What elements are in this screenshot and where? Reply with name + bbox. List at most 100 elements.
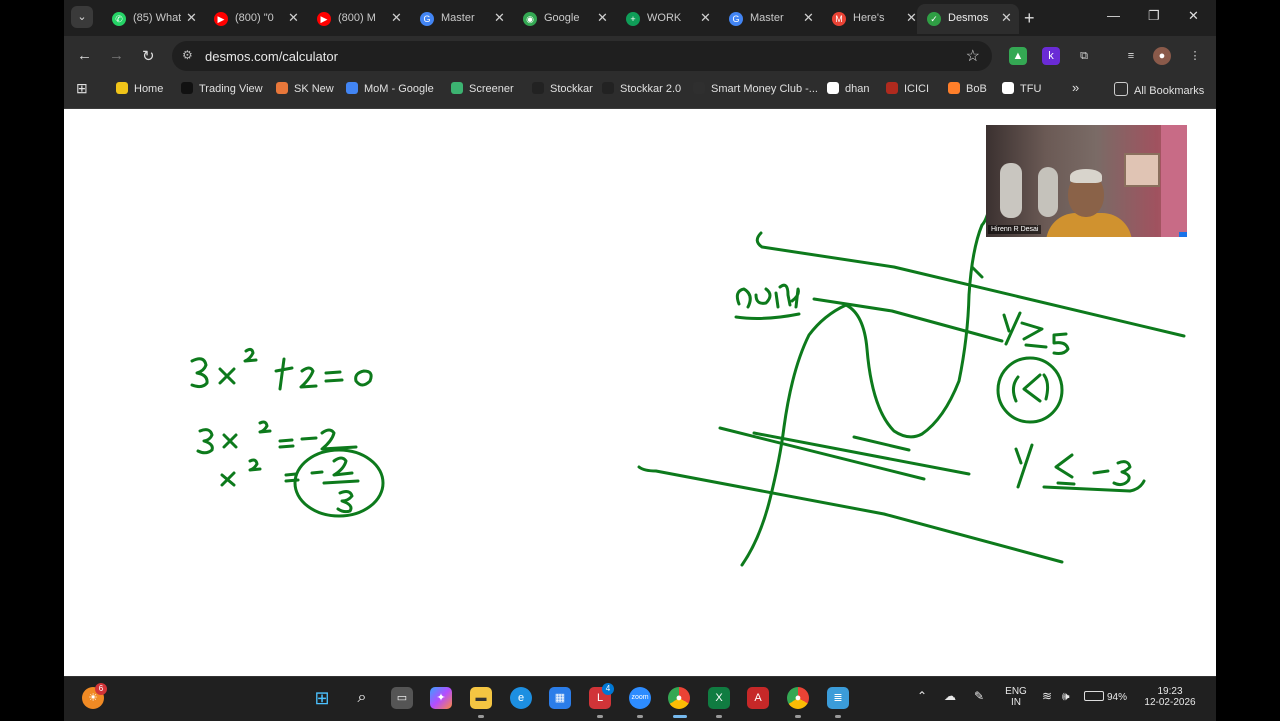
close-tab-icon[interactable]: ✕ xyxy=(700,10,711,26)
running-indicator xyxy=(835,715,841,718)
close-tab-icon[interactable]: ✕ xyxy=(494,10,505,26)
address-bar[interactable]: ⚙ desmos.com/calculator ☆ xyxy=(172,41,992,71)
mic-icon[interactable]: ✎ xyxy=(974,689,984,703)
bookmark-item[interactable]: Stockkar 2.0 xyxy=(602,82,681,102)
bookmark-item[interactable]: dhan xyxy=(827,82,869,102)
tab-3[interactable]: ▶ (800) M ✕ xyxy=(307,4,409,34)
tray-overflow-icon[interactable]: ⌃ xyxy=(917,689,927,703)
file-explorer-icon[interactable]: ▬ xyxy=(470,687,492,709)
bookmark-item[interactable]: ICICI xyxy=(886,82,929,102)
k-extension-icon[interactable]: k xyxy=(1042,47,1060,65)
profile-avatar[interactable]: ● xyxy=(1153,47,1171,65)
bookmark-item[interactable]: Home xyxy=(116,82,163,102)
close-tab-icon[interactable]: ✕ xyxy=(803,10,814,26)
acrobat-icon[interactable]: A xyxy=(747,687,769,709)
bookmark-item[interactable]: Trading View xyxy=(181,82,263,102)
webcam-lamp xyxy=(1038,167,1058,217)
tab-title: Master xyxy=(441,12,475,24)
language-code: ENG xyxy=(1005,686,1027,697)
tab-8[interactable]: M Here's ✕ xyxy=(822,4,924,34)
forward-button[interactable]: → xyxy=(109,47,124,64)
store-icon[interactable]: ▦ xyxy=(549,687,571,709)
close-tab-icon[interactable]: ✕ xyxy=(391,10,402,26)
tab-4[interactable]: G Master ✕ xyxy=(410,4,512,34)
bookmark-star-icon[interactable]: ☆ xyxy=(966,46,980,66)
apps-grid-icon[interactable]: ⊞ xyxy=(76,80,88,100)
search-icon[interactable]: ⌕ xyxy=(351,687,373,709)
menu-icon[interactable]: ⋮ xyxy=(1186,47,1204,65)
tab-title: (800) "0 xyxy=(235,12,274,24)
bookmark-favicon-icon xyxy=(276,82,288,94)
url-text: desmos.com/calculator xyxy=(205,49,338,64)
task-view-icon[interactable]: ▭ xyxy=(391,687,413,709)
close-tab-icon[interactable]: ✕ xyxy=(1001,10,1012,26)
bookmark-item[interactable]: TFU xyxy=(1002,82,1041,102)
drive-extension-icon[interactable]: ▲ xyxy=(1009,47,1027,65)
running-indicator xyxy=(795,715,801,718)
tab-9[interactable]: ✓ Desmos ✕ xyxy=(917,4,1019,34)
windows-start-icon[interactable]: ⊞ xyxy=(311,687,333,709)
onedrive-icon[interactable]: ☁ xyxy=(944,689,956,703)
bookmark-item[interactable]: Smart Money Club -... xyxy=(693,82,818,102)
battery-icon[interactable] xyxy=(1084,691,1104,701)
tab-1[interactable]: ✆ (85) WhatsApp ✕ xyxy=(102,4,204,34)
tab-title: (85) WhatsApp xyxy=(133,12,181,24)
restore-icon[interactable]: ❐ xyxy=(1148,8,1160,24)
whiteboard-canvas[interactable]: Hirenn R Desai xyxy=(64,109,1216,676)
tab-6[interactable]: + WORK ✕ xyxy=(616,4,718,34)
back-button[interactable]: ← xyxy=(77,47,92,64)
letterbox-left xyxy=(0,0,64,720)
minimize-icon[interactable]: — xyxy=(1107,8,1120,23)
more-bookmarks-icon[interactable]: » xyxy=(1072,80,1079,100)
notepad-icon[interactable]: ≣ xyxy=(827,687,849,709)
copilot-icon[interactable]: ✦ xyxy=(430,687,452,709)
close-tab-icon[interactable]: ✕ xyxy=(186,10,197,26)
battery-percent: 94% xyxy=(1107,692,1128,703)
tab-title: Google xyxy=(544,12,580,24)
folder-icon xyxy=(1114,82,1128,96)
bookmark-item[interactable]: MoM - Google xyxy=(346,82,434,102)
all-bookmarks-folder[interactable]: All Bookmarks xyxy=(1114,82,1204,102)
bookmark-item[interactable]: BoB xyxy=(948,82,987,102)
webcam-participant-hair xyxy=(1070,169,1102,183)
bookmark-label: Home xyxy=(134,83,164,95)
zoom-icon[interactable]: zoom xyxy=(629,687,651,709)
tab-7[interactable]: G Master ✕ xyxy=(719,4,821,34)
clock[interactable]: 19:23 12-02-2026 xyxy=(1140,686,1200,708)
close-tab-icon[interactable]: ✕ xyxy=(288,10,299,26)
browser-toolbar: ← → ↻ ⚙ desmos.com/calculator ☆ ▲ k ⧉ ≡ … xyxy=(64,36,1216,76)
google-icon: G xyxy=(729,12,743,26)
excel-icon[interactable]: X xyxy=(708,687,730,709)
chrome-icon[interactable]: ● xyxy=(668,687,690,709)
site-info-icon[interactable]: ⚙ xyxy=(182,48,193,62)
bookmarks-bar: ⊞ Home Trading View SK New MoM - Google Scre… xyxy=(64,76,1216,109)
gmail-icon: M xyxy=(832,12,846,26)
webcam-curtain xyxy=(1161,125,1187,237)
bookmark-item[interactable]: Stockkar xyxy=(532,82,593,102)
tab-search-button[interactable]: ⌄ xyxy=(71,6,93,28)
reload-button[interactable]: ↻ xyxy=(142,47,155,65)
wifi-icon[interactable]: ≋ xyxy=(1042,689,1052,703)
bookmark-favicon-icon xyxy=(602,82,614,94)
letterbox-right xyxy=(1216,0,1280,720)
bookmark-item[interactable]: SK New xyxy=(276,82,334,102)
close-tab-icon[interactable]: ✕ xyxy=(906,10,917,26)
reading-list-icon[interactable]: ≡ xyxy=(1122,47,1140,65)
volume-icon[interactable]: 🕪 xyxy=(1062,689,1070,704)
webcam-overlay[interactable]: Hirenn R Desai xyxy=(986,125,1187,237)
bookmark-favicon-icon xyxy=(948,82,960,94)
close-tab-icon[interactable]: ✕ xyxy=(597,10,608,26)
edge-icon[interactable]: e xyxy=(510,687,532,709)
bookmark-label: ICICI xyxy=(904,83,930,95)
tab-2[interactable]: ▶ (800) "0 ✕ xyxy=(204,4,306,34)
chrome-profile-icon[interactable]: ● xyxy=(787,687,809,709)
bookmark-item[interactable]: Screener xyxy=(451,82,514,102)
extensions-icon[interactable]: ⧉ xyxy=(1075,47,1093,65)
close-window-icon[interactable]: ✕ xyxy=(1188,8,1199,24)
language-indicator[interactable]: ENG IN xyxy=(1004,686,1028,708)
new-tab-button[interactable]: + xyxy=(1024,8,1035,29)
region-code: IN xyxy=(1011,697,1021,708)
bookmark-favicon-icon xyxy=(181,82,193,94)
active-indicator xyxy=(673,715,687,718)
tab-5[interactable]: ◉ Google ✕ xyxy=(513,4,615,34)
